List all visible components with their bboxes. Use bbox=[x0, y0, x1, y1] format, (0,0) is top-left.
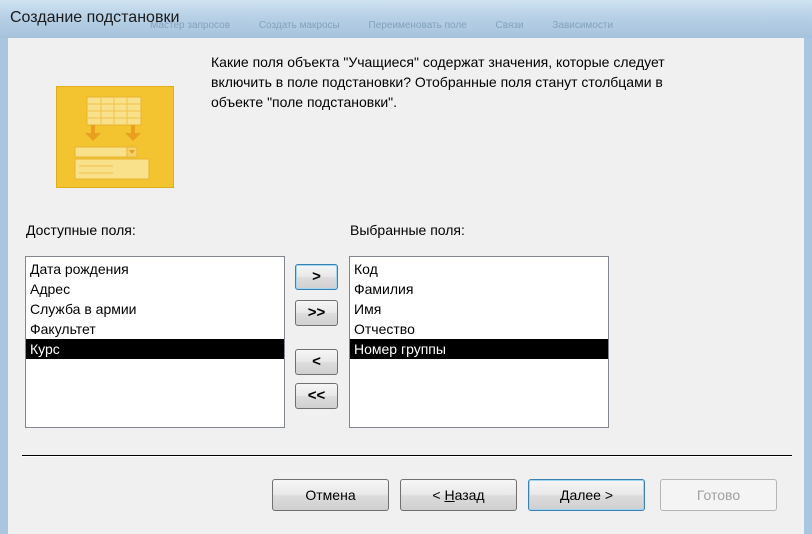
question-line: объекте "поле подстановки". bbox=[211, 94, 397, 110]
dialog-client-area: Какие поля объекта "Учащиеся" содержат з… bbox=[8, 38, 804, 534]
back-button[interactable]: < Назад bbox=[400, 479, 517, 511]
title-bar: Мастер запросов Создать макросы Переимен… bbox=[0, 0, 812, 38]
list-item-selected[interactable]: Курс bbox=[26, 339, 284, 359]
available-fields-label: Доступные поля: bbox=[26, 222, 136, 238]
list-item[interactable]: Служба в армии bbox=[26, 299, 284, 319]
available-fields-list[interactable]: Дата рождения Адрес Служба в армии Факул… bbox=[25, 256, 285, 428]
lookup-wizard-icon bbox=[56, 86, 174, 188]
add-field-button[interactable]: > bbox=[295, 264, 338, 290]
next-button[interactable]: Далее > bbox=[528, 479, 645, 511]
window-frame-right bbox=[804, 38, 812, 534]
add-all-fields-button[interactable]: >> bbox=[295, 300, 338, 326]
list-item[interactable]: Отчество bbox=[350, 319, 608, 339]
list-item[interactable]: Код bbox=[350, 259, 608, 279]
remove-all-fields-button[interactable]: << bbox=[295, 383, 338, 409]
footer-separator bbox=[22, 455, 792, 457]
list-item[interactable]: Факультет bbox=[26, 319, 284, 339]
finish-button[interactable]: Готово bbox=[660, 479, 777, 511]
question-line: Какие поля объекта "Учащиеся" содержат з… bbox=[211, 54, 665, 70]
list-item[interactable]: Адрес bbox=[26, 279, 284, 299]
window-title: Создание подстановки bbox=[10, 9, 180, 26]
list-item[interactable]: Фамилия bbox=[350, 279, 608, 299]
table-to-combo-icon bbox=[74, 96, 150, 180]
remove-field-button[interactable]: < bbox=[295, 349, 338, 375]
selected-fields-list[interactable]: Код Фамилия Имя Отчество Номер группы bbox=[349, 256, 609, 428]
wizard-question: Какие поля объекта "Учащиеся" содержат з… bbox=[211, 52, 771, 112]
list-item-selected[interactable]: Номер группы bbox=[350, 339, 608, 359]
background-ribbon-text: Мастер запросов Создать макросы Переимен… bbox=[150, 20, 614, 31]
cancel-button[interactable]: Отмена bbox=[272, 479, 389, 511]
question-line: включить в поле подстановки? Отобранные … bbox=[211, 74, 663, 90]
window-frame-left bbox=[0, 38, 8, 534]
list-item[interactable]: Дата рождения bbox=[26, 259, 284, 279]
list-item[interactable]: Имя bbox=[350, 299, 608, 319]
selected-fields-label: Выбранные поля: bbox=[350, 222, 465, 238]
